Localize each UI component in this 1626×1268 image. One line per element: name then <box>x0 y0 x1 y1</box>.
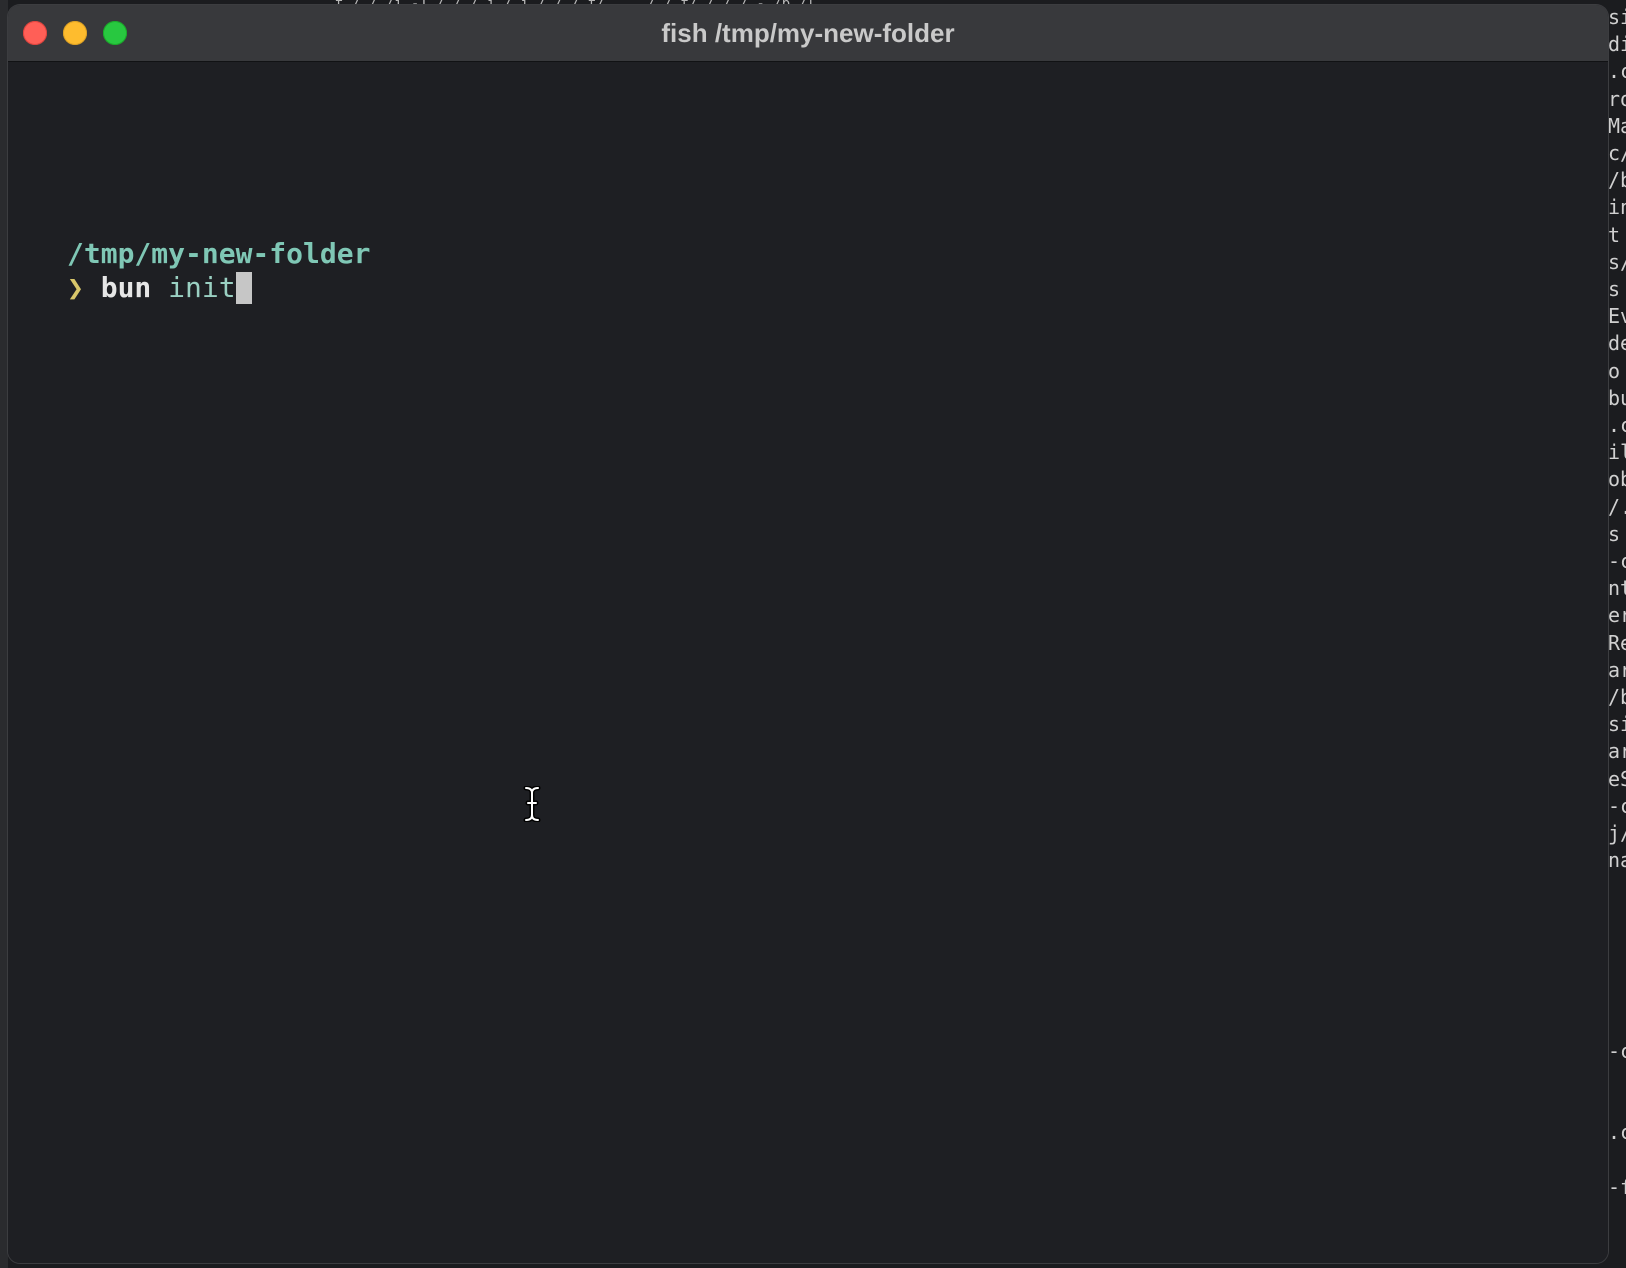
command-line[interactable]: ❯ bun init <box>67 271 252 305</box>
background-terminal-line: si <box>1608 712 1626 737</box>
command-argument: init <box>168 271 236 304</box>
background-terminal-line: c/ <box>1608 141 1626 165</box>
background-terminal-line: t <box>1608 222 1621 247</box>
background-terminal-line: -c <box>1608 549 1626 573</box>
background-terminal-line: bu <box>1608 385 1626 410</box>
background-terminal-line: .c <box>1608 1120 1626 1145</box>
background-terminal-line: il <box>1608 440 1626 465</box>
command-name: bun <box>100 271 152 304</box>
ibeam-cursor-icon <box>523 786 541 822</box>
background-terminal-line: .c <box>1608 59 1626 84</box>
background-terminal-line: di <box>1608 32 1626 57</box>
background-terminal-text: sidi.croMac//bint s/ sEvdeo bu.cilob/. s… <box>1608 4 1626 1268</box>
background-terminal-line: s <box>1608 521 1621 546</box>
background-terminal-line: j/ <box>1608 821 1626 845</box>
background-terminal-line: s/ <box>1608 249 1626 274</box>
background-terminal-line: in <box>1608 195 1626 220</box>
background-terminal-line: .c <box>1608 413 1626 437</box>
background-terminal-line: er <box>1608 603 1626 628</box>
background-terminal-line: Ev <box>1608 304 1626 329</box>
prompt-chevron-icon: ❯ <box>67 271 84 304</box>
background-terminal-line: nt <box>1608 576 1626 601</box>
background-terminal-line: o <box>1608 358 1621 383</box>
background-terminal-line: -f <box>1608 1174 1626 1199</box>
title-bar[interactable]: fish /tmp/my-new-folder <box>8 5 1608 62</box>
text-cursor <box>235 272 252 304</box>
background-terminal-line: eS <box>1608 766 1626 791</box>
background-terminal-line: na <box>1608 848 1626 873</box>
window-title: fish /tmp/my-new-folder <box>661 18 955 48</box>
terminal-window: fish /tmp/my-new-folder /tmp/my-new-fold… <box>8 5 1608 1263</box>
background-window-edge <box>0 0 8 1268</box>
terminal-content[interactable]: /tmp/my-new-folder ❯ bun init <box>8 62 1608 1263</box>
background-terminal-line: -c <box>1608 793 1626 818</box>
background-terminal-line: ar <box>1608 739 1626 764</box>
background-terminal-line: /b <box>1608 168 1626 193</box>
background-terminal-line: /b <box>1608 685 1626 709</box>
background-terminal-line: ob <box>1608 467 1626 492</box>
background-terminal-line: /. <box>1608 494 1626 519</box>
background-terminal-line: Ma <box>1608 113 1626 138</box>
background-terminal-line: ar <box>1608 657 1626 682</box>
background-terminal-line: si <box>1608 5 1626 29</box>
background-terminal-line: de <box>1608 331 1626 356</box>
background-terminal-line: Re <box>1608 630 1626 655</box>
background-terminal-line: -c <box>1608 1038 1626 1063</box>
background-terminal-line: s <box>1608 277 1621 301</box>
background-terminal-line: ro <box>1608 86 1626 111</box>
prompt-cwd: /tmp/my-new-folder <box>67 237 371 270</box>
